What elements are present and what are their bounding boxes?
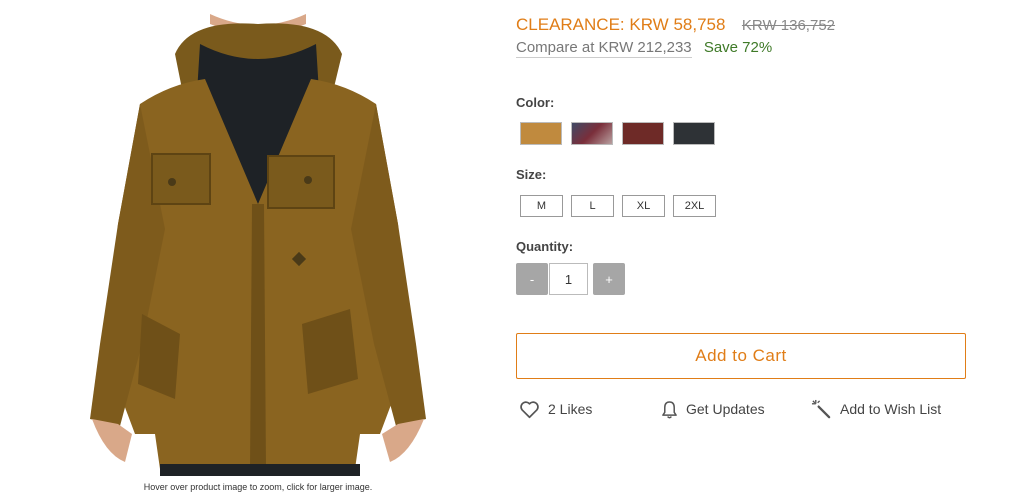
add-to-wishlist-button[interactable]: Add to Wish List bbox=[811, 398, 941, 420]
quantity-decrease-button[interactable]: - bbox=[516, 263, 548, 295]
size-label: Size: bbox=[516, 167, 547, 182]
quantity-increase-button[interactable]: + bbox=[593, 263, 625, 295]
compare-at-price[interactable]: Compare at KRW 212,233 bbox=[516, 39, 692, 58]
price-line: CLEARANCE: KRW 58,758 KRW 136,752 bbox=[516, 15, 835, 35]
size-option-2xl[interactable]: 2XL bbox=[673, 195, 716, 217]
quantity-label: Quantity: bbox=[516, 239, 574, 254]
get-updates-button[interactable]: Get Updates bbox=[661, 398, 765, 420]
color-swatch-plaid[interactable] bbox=[571, 122, 613, 145]
likes-button[interactable]: 2 Likes bbox=[519, 398, 592, 420]
magic-wand-icon bbox=[811, 399, 831, 418]
image-zoom-hint: Hover over product image to zoom, click … bbox=[143, 482, 373, 492]
add-to-wishlist-label: Add to Wish List bbox=[840, 401, 942, 417]
color-swatch-maroon[interactable] bbox=[622, 122, 664, 145]
color-swatch-charcoal[interactable] bbox=[673, 122, 715, 145]
color-label: Color: bbox=[516, 95, 555, 110]
size-option-m[interactable]: M bbox=[520, 195, 563, 217]
clearance-price: CLEARANCE: KRW 58,758 bbox=[516, 15, 726, 34]
add-to-cart-button[interactable]: Add to Cart bbox=[516, 333, 966, 379]
compare-line: Compare at KRW 212,233 Save 72% bbox=[516, 39, 773, 58]
likes-count: 2 Likes bbox=[548, 401, 593, 417]
original-price: KRW 136,752 bbox=[741, 17, 836, 34]
product-image[interactable] bbox=[80, 14, 436, 476]
savings-percent: Save 72% bbox=[703, 39, 773, 56]
bell-icon bbox=[662, 400, 677, 419]
size-option-l[interactable]: L bbox=[571, 195, 614, 217]
quantity-input[interactable] bbox=[549, 263, 588, 295]
color-swatch-tan[interactable] bbox=[520, 122, 562, 145]
heart-icon bbox=[520, 400, 539, 418]
size-option-xl[interactable]: XL bbox=[622, 195, 665, 217]
get-updates-label: Get Updates bbox=[686, 401, 765, 417]
